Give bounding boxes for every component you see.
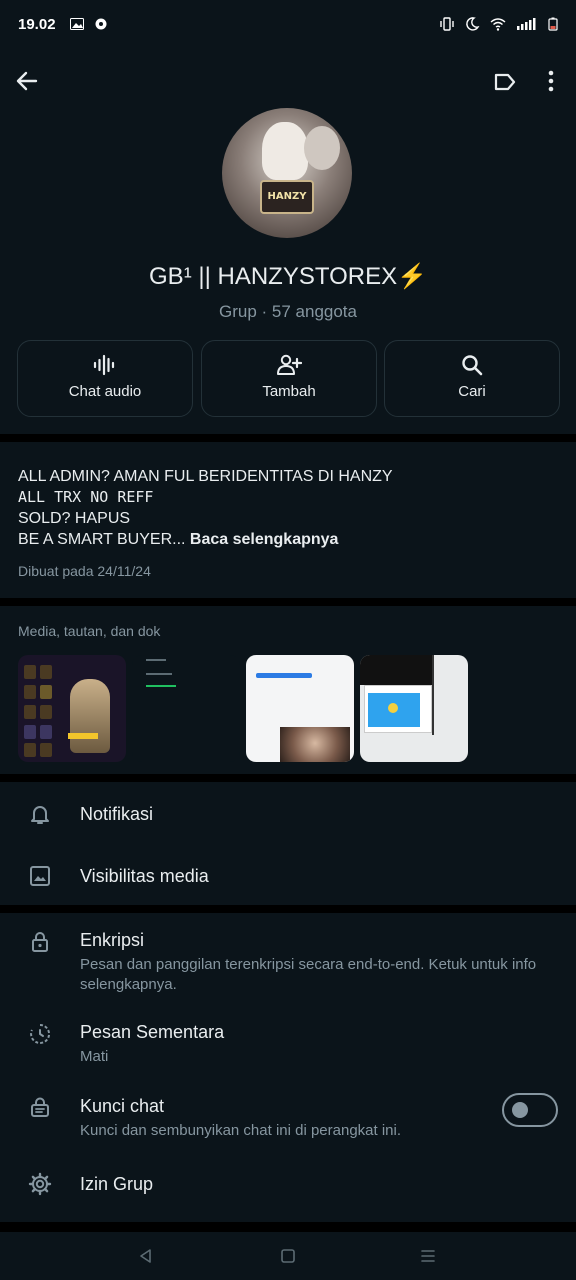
gear-icon bbox=[28, 1172, 52, 1196]
group-permissions-row[interactable]: Izin Grup bbox=[0, 1162, 576, 1210]
description-line: ALL TRX NO REFF bbox=[18, 488, 154, 506]
chat-audio-label: Chat audio bbox=[68, 383, 142, 400]
chat-lock-icon bbox=[31, 1097, 49, 1117]
more-options-icon[interactable] bbox=[540, 68, 562, 94]
disappearing-status: Mati bbox=[80, 1048, 109, 1065]
add-person-icon bbox=[277, 354, 302, 375]
signal-icon bbox=[517, 18, 536, 30]
media-thumbnail[interactable] bbox=[246, 655, 354, 762]
avatar-figure-secondary bbox=[304, 126, 340, 170]
chat-lock-title: Kunci chat bbox=[80, 1096, 165, 1116]
read-more-link[interactable]: Baca selengkapnya bbox=[190, 531, 339, 548]
media-section-heading[interactable]: Media, tautan, dan dok bbox=[18, 623, 160, 639]
section-divider bbox=[0, 1222, 576, 1232]
bell-icon bbox=[31, 806, 49, 824]
chat-audio-button[interactable]: Chat audio bbox=[17, 340, 193, 417]
encryption-row[interactable]: Enkripsi Pesan dan panggilan terenkripsi… bbox=[0, 920, 576, 1000]
gallery-notification-icon bbox=[69, 18, 84, 30]
search-button[interactable]: Cari bbox=[384, 340, 560, 417]
group-avatar[interactable]: HANZY bbox=[222, 108, 352, 238]
description-line: BE A SMART BUYER... bbox=[18, 531, 186, 548]
group-name[interactable]: GB¹ || HANZYSTOREX⚡ bbox=[0, 262, 576, 291]
section-divider bbox=[0, 905, 576, 913]
battery-icon bbox=[548, 17, 558, 31]
description-line: ALL ADMIN? AMAN FUL BERIDENTITAS DI HANZ… bbox=[18, 468, 393, 485]
system-nav-bar bbox=[0, 1232, 576, 1280]
waveform-icon bbox=[93, 354, 115, 376]
timer-icon bbox=[30, 1023, 51, 1044]
media-visibility-row[interactable]: Visibilitas media bbox=[0, 852, 576, 900]
section-divider bbox=[0, 434, 576, 442]
wifi-icon bbox=[490, 18, 506, 31]
add-member-label: Tambah bbox=[262, 383, 316, 400]
vibrate-icon bbox=[440, 17, 454, 31]
nav-recents-icon[interactable] bbox=[420, 1248, 436, 1264]
encryption-title: Enkripsi bbox=[80, 930, 145, 950]
disappearing-messages-row[interactable]: Pesan Sementara Mati bbox=[0, 1012, 576, 1072]
notifications-row[interactable]: Notifikasi bbox=[0, 790, 576, 838]
search-label: Cari bbox=[458, 383, 486, 400]
avatar-logo: HANZY bbox=[260, 180, 314, 214]
add-member-button[interactable]: Tambah bbox=[201, 340, 377, 417]
search-icon bbox=[462, 355, 483, 376]
created-date: Dibuat pada 24/11/24 bbox=[18, 563, 151, 579]
media-thumbnail[interactable] bbox=[132, 655, 240, 762]
section-divider bbox=[0, 598, 576, 606]
nav-back-icon[interactable] bbox=[138, 1248, 154, 1264]
avatar-figure bbox=[262, 122, 308, 180]
image-icon bbox=[30, 866, 50, 886]
label-icon[interactable] bbox=[492, 70, 518, 94]
media-thumbnail[interactable] bbox=[360, 655, 468, 762]
description-line: SOLD? HAPUS bbox=[18, 510, 131, 527]
status-bar: 19.02 bbox=[0, 0, 576, 48]
group-meta: Grup · 57 anggota bbox=[219, 302, 357, 321]
back-arrow-icon[interactable] bbox=[14, 68, 40, 94]
status-time: 19.02 bbox=[18, 15, 56, 33]
notifications-title: Notifikasi bbox=[80, 804, 154, 824]
media-thumbnail[interactable] bbox=[18, 655, 126, 762]
nav-home-icon[interactable] bbox=[280, 1248, 296, 1264]
disappearing-title: Pesan Sementara bbox=[80, 1022, 225, 1042]
moon-icon bbox=[466, 17, 480, 31]
group-description[interactable]: ALL ADMIN? AMAN FUL BERIDENTITAS DI HANZ… bbox=[18, 466, 558, 550]
media-visibility-title: Visibilitas media bbox=[80, 866, 209, 886]
lock-icon bbox=[32, 932, 48, 952]
encryption-subtitle: Pesan dan panggilan terenkripsi secara e… bbox=[80, 956, 537, 993]
section-divider bbox=[0, 774, 576, 782]
app-bar bbox=[0, 56, 576, 108]
group-permissions-title: Izin Grup bbox=[80, 1174, 154, 1194]
chat-lock-toggle[interactable] bbox=[502, 1093, 558, 1127]
chat-notification-icon bbox=[95, 18, 107, 30]
toggle-knob bbox=[512, 1102, 528, 1118]
chat-lock-row[interactable]: Kunci chat Kunci dan sembunyikan chat in… bbox=[0, 1086, 576, 1146]
chat-lock-subtitle: Kunci dan sembunyikan chat ini di perang… bbox=[80, 1122, 402, 1139]
